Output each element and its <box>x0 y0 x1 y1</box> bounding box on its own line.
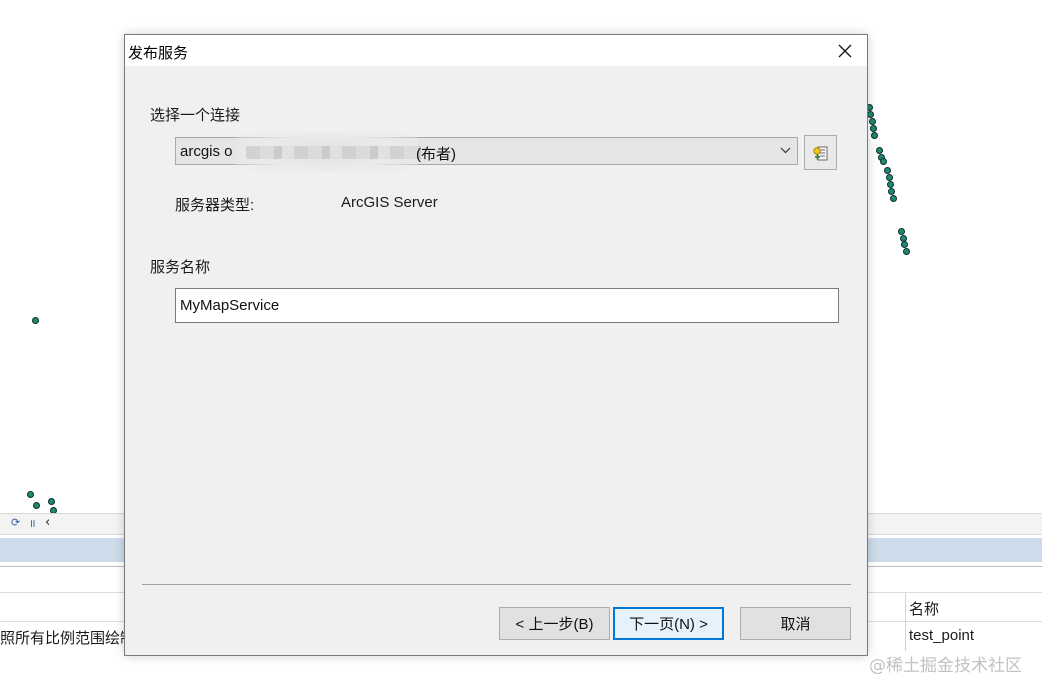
map-point <box>48 498 55 505</box>
map-point <box>880 158 887 165</box>
map-point <box>27 491 34 498</box>
close-icon <box>838 44 852 57</box>
service-name-input[interactable] <box>175 288 839 323</box>
close-button[interactable] <box>823 35 867 66</box>
map-point <box>884 167 891 174</box>
map-point <box>32 317 39 324</box>
map-point <box>867 111 874 118</box>
map-point <box>888 188 895 195</box>
map-point <box>886 174 893 181</box>
service-name-label: 服务名称 <box>150 259 211 276</box>
map-point <box>901 241 908 248</box>
connection-value-suffix: (布者) <box>416 146 456 163</box>
redacted-blocks <box>246 146 421 159</box>
connection-dropdown[interactable]: arcgis o (布者) <box>175 132 798 172</box>
add-connection-button[interactable] <box>804 135 837 170</box>
table-cell-name[interactable]: test_point <box>909 627 974 644</box>
cancel-button[interactable]: 取消 <box>740 607 851 640</box>
column-header-name[interactable]: 名称 <box>909 598 939 619</box>
dialog-titlebar[interactable]: 发布服务 <box>125 35 867 66</box>
add-server-connection-icon <box>812 146 827 160</box>
button-separator <box>142 584 851 585</box>
table-cell-draw-option: 照所有比例范围绘制 <box>0 630 136 647</box>
refresh-icon[interactable]: ⟳ <box>11 516 20 529</box>
map-point <box>869 118 876 125</box>
map-point <box>870 125 877 132</box>
map-point <box>903 248 910 255</box>
server-type-value: ArcGIS Server <box>341 194 438 211</box>
select-connection-label: 选择一个连接 <box>150 107 241 124</box>
pause-icon[interactable]: ॥ <box>29 516 36 531</box>
map-point <box>876 147 883 154</box>
column-divider <box>905 593 906 651</box>
connection-value-prefix: arcgis o <box>180 143 233 160</box>
watermark: @稀土掘金技术社区 <box>869 656 1022 676</box>
chevron-down-icon <box>780 147 791 154</box>
map-point <box>887 181 894 188</box>
map-point <box>33 502 40 509</box>
server-type-label: 服务器类型: <box>175 197 255 214</box>
dialog-title: 发布服务 <box>128 45 189 62</box>
map-point <box>898 228 905 235</box>
map-point <box>871 132 878 139</box>
chevron-left-icon[interactable]: ‹ <box>45 515 50 530</box>
back-button[interactable]: < 上一步(B) <box>499 607 610 640</box>
publish-service-dialog: 发布服务 选择一个连接 arcgis o (布者) 服务器类型: ArcGIS … <box>124 34 868 656</box>
next-button[interactable]: 下一页(N) > <box>613 607 724 640</box>
map-point <box>890 195 897 202</box>
